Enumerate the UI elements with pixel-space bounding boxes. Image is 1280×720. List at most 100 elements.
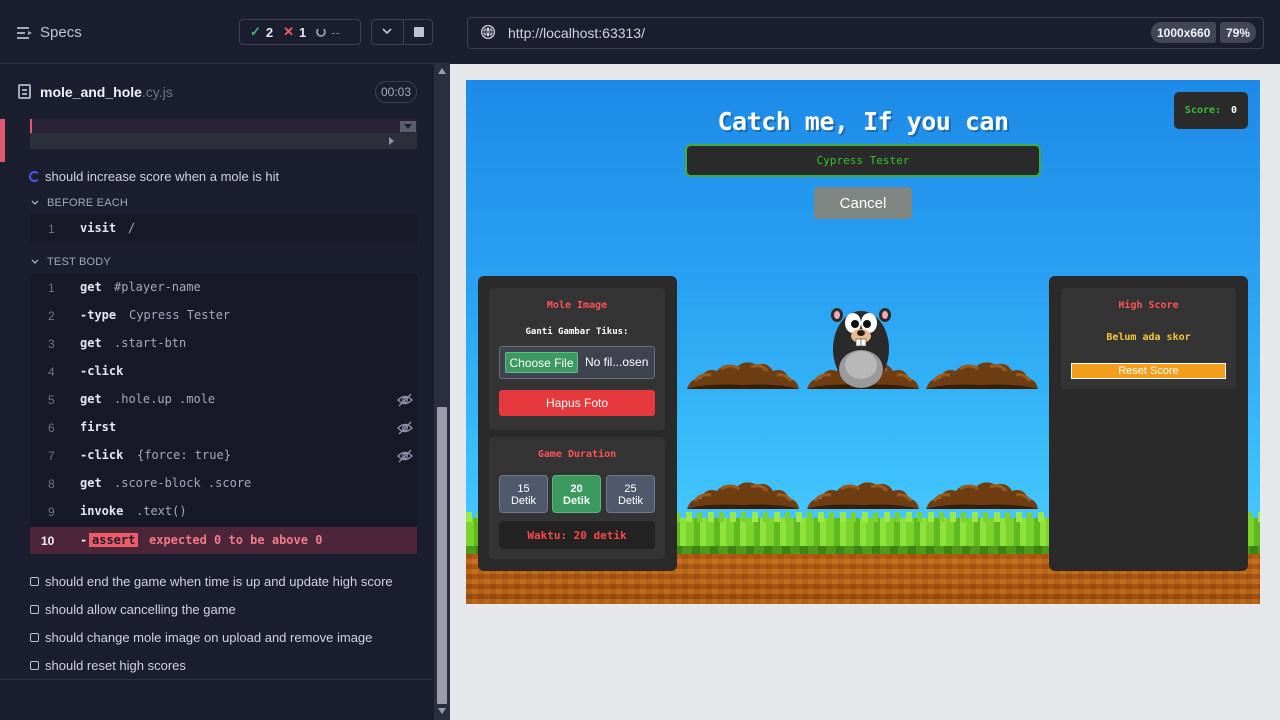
test-title[interactable]: should allow cancelling the game [45, 602, 236, 617]
duration-value: 15 [517, 483, 530, 495]
duration-unit: Detik [563, 495, 590, 507]
scroll-down-arrow-icon[interactable] [438, 708, 446, 714]
spec-file-ext: .cy.js [141, 84, 173, 100]
command-dash: - [80, 533, 88, 547]
test-body-label[interactable]: TEST BODY [47, 256, 111, 268]
eye-off-icon[interactable] [397, 393, 413, 407]
zoom-badge[interactable]: 79% [1220, 22, 1257, 43]
duration-value: 25 [624, 483, 637, 495]
command-arg: .score-block .score [114, 476, 252, 490]
no-score-text: Belum ada skor [1106, 332, 1191, 343]
stop-icon[interactable] [414, 27, 424, 37]
eye-off-icon[interactable] [397, 421, 413, 435]
command-name: first [80, 420, 117, 434]
duration-15-button[interactable]: 15 Detik [499, 475, 548, 513]
command-name: get [80, 280, 102, 294]
hole[interactable] [926, 479, 1038, 509]
player-name-input[interactable]: Cypress Tester [685, 144, 1041, 177]
spec-file-name[interactable]: mole_and_hole.cy.js [40, 84, 173, 100]
test-title[interactable]: should reset high scores [45, 658, 186, 673]
command-row[interactable]: 9 invoke .text() [30, 498, 417, 526]
command-arg: #player-name [114, 280, 201, 294]
assert-chip: assert [89, 533, 139, 547]
command-name: -click [80, 364, 124, 378]
scrollbar-thumb[interactable] [437, 407, 447, 704]
command-arg: .hole.up .mole [114, 392, 216, 406]
test-title[interactable]: should end the game when time is up and … [45, 574, 393, 589]
command-row[interactable]: 4 -click [30, 358, 417, 386]
failed-indicator-bar [0, 119, 5, 162]
command-arg: .start-btn [114, 336, 187, 350]
hole[interactable] [687, 359, 799, 389]
game-duration-card: Game Duration 15 Detik 20 Detik 25 Detik… [489, 437, 665, 559]
pending-test-icon [30, 605, 39, 614]
change-mole-label: Ganti Gambar Tikus: [525, 327, 629, 337]
choose-file-button[interactable]: Choose File [505, 352, 578, 373]
command-row[interactable]: 3 get .start-btn [30, 330, 417, 358]
assert-value-a: 0 [214, 533, 222, 547]
runner-header: Specs ✓ 2 ✕ 1 -- [0, 0, 450, 64]
specs-label[interactable]: Specs [40, 24, 82, 41]
chevron-down-icon[interactable] [31, 258, 39, 266]
pending-test-icon [30, 633, 39, 642]
scroll-up-arrow-icon[interactable] [438, 68, 446, 74]
eye-off-icon[interactable] [397, 449, 413, 463]
chevron-down-icon[interactable] [382, 26, 392, 36]
duration-value: 20 [570, 483, 583, 495]
command-number: 8 [48, 477, 55, 491]
pending-test-icon [30, 577, 39, 586]
command-row[interactable]: 8 get .score-block .score [30, 470, 417, 498]
viewport-size-badge[interactable]: 1000x660 [1151, 22, 1217, 43]
command-arg: {force: true} [137, 448, 231, 462]
hole[interactable] [807, 479, 919, 509]
command-number: 6 [48, 421, 55, 435]
mole-image-card: Mole Image Ganti Gambar Tikus: Choose Fi… [489, 288, 665, 430]
command-name: -type [80, 308, 117, 322]
command-number: 1 [48, 222, 55, 236]
command-number: 1 [48, 281, 55, 295]
test-title[interactable]: should change mole image on upload and r… [45, 630, 372, 645]
scroll-down-icon[interactable] [400, 121, 416, 132]
failed-command-row[interactable]: 10 - assert expected 0 to be above 0 [30, 527, 417, 554]
command-name: invoke [80, 504, 124, 518]
command-row[interactable]: 7 -click {force: true} [30, 442, 417, 470]
assert-expected: expected [149, 533, 207, 547]
command-row[interactable]: 5 get .hole.up .mole [30, 386, 417, 414]
command-row[interactable]: 1 get #player-name [30, 274, 417, 302]
before-each-label[interactable]: BEFORE EACH [47, 197, 128, 209]
chevron-down-icon[interactable] [31, 199, 39, 207]
game-viewport: Catch me, If you can Cypress Tester Canc… [466, 80, 1260, 604]
specs-list-icon[interactable] [17, 26, 33, 40]
hole[interactable] [687, 479, 799, 509]
passed-count: 2 [265, 24, 274, 40]
mole-file-input[interactable]: Choose File No fil...osen [499, 346, 655, 379]
hole[interactable] [926, 359, 1038, 389]
command-name: -click [80, 448, 124, 462]
command-number: 5 [48, 393, 55, 407]
duration-unit: Detik [510, 495, 537, 507]
current-test-title[interactable]: should increase score when a mole is hit [45, 169, 279, 184]
cancel-button[interactable]: Cancel [814, 187, 912, 219]
url-text[interactable]: http://localhost:63313/ [508, 25, 645, 41]
error-snapshot-scrollbar[interactable] [30, 133, 417, 149]
mole[interactable] [829, 293, 893, 389]
pending-spinner-icon [316, 27, 327, 37]
score-block: Score: 0 [1174, 92, 1248, 129]
command-row[interactable]: 1 visit / [30, 215, 417, 243]
test-stats: ✓ 2 ✕ 1 -- [239, 19, 361, 45]
file-status: No fil...osen [585, 355, 649, 369]
high-score-panel: High Score Belum ada skor Reset Score [1049, 276, 1248, 571]
high-score-card: High Score Belum ada skor Reset Score [1061, 288, 1236, 389]
check-icon: ✓ [250, 24, 261, 39]
spec-file-basename: mole_and_hole [40, 84, 142, 100]
command-row[interactable]: 2 -type Cypress Tester [30, 302, 417, 330]
command-row[interactable]: 6 first [30, 414, 417, 442]
timer-display: Waktu: 20 detik [499, 521, 655, 549]
scroll-right-icon[interactable] [389, 137, 394, 145]
duration-20-button[interactable]: 20 Detik [552, 475, 601, 513]
reset-score-button[interactable]: Reset Score [1071, 363, 1226, 379]
duration-25-button[interactable]: 25 Detik [606, 475, 655, 513]
command-name: visit [80, 221, 117, 235]
duration-unit: Detik [617, 495, 644, 507]
remove-photo-button[interactable]: Hapus Foto [499, 390, 655, 416]
